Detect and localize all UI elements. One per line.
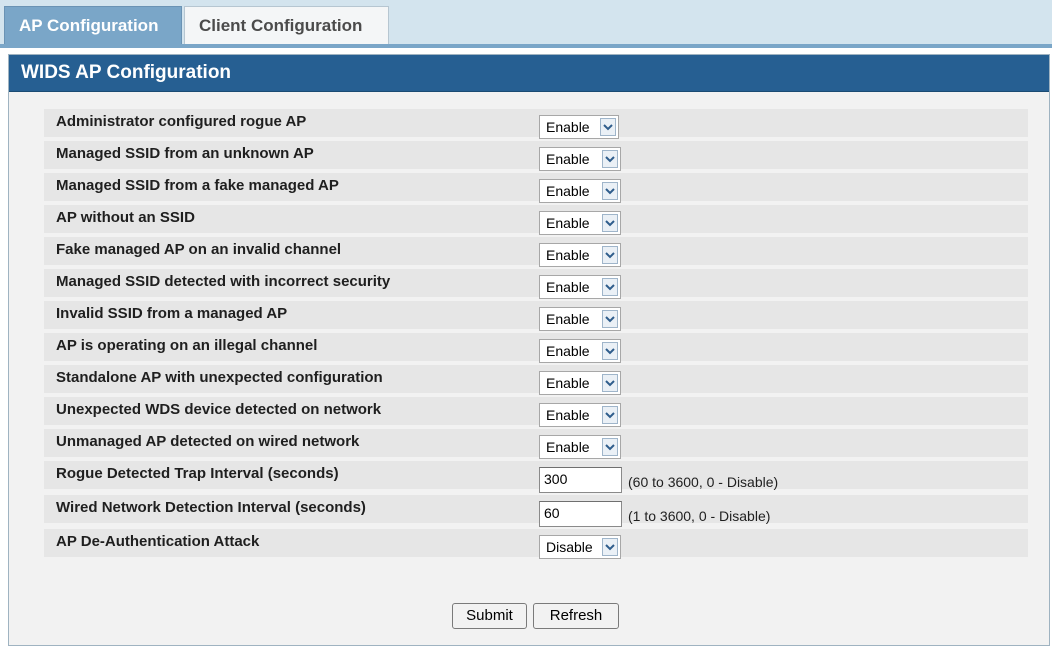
row-label: AP is operating on an illegal channel [56, 337, 318, 354]
select-value: Enable [546, 439, 590, 455]
chevron-down-icon[interactable] [602, 182, 618, 200]
row-fake-managed-ap-invalid-channel: Fake managed AP on an invalid channel En… [44, 237, 1028, 267]
select-ap-without-ssid[interactable]: Enable [539, 211, 621, 235]
select-unmanaged-ap-wired-network[interactable]: Enable [539, 435, 621, 459]
select-managed-ssid-incorrect-security[interactable]: Enable [539, 275, 621, 299]
row-label: Managed SSID from a fake managed AP [56, 177, 339, 194]
chevron-down-icon[interactable] [602, 438, 618, 456]
chevron-down-icon[interactable] [602, 538, 618, 556]
range-hint: (1 to 3600, 0 - Disable) [628, 508, 771, 524]
select-value: Disable [546, 539, 593, 555]
wired-detection-interval-input[interactable]: 60 [539, 501, 622, 527]
select-admin-configured-rogue-ap[interactable]: Enable [539, 115, 619, 139]
row-label: Rogue Detected Trap Interval (seconds) [56, 465, 339, 482]
input-value: 300 [544, 471, 568, 487]
row-managed-ssid-unknown-ap: Managed SSID from an unknown AP Enable [44, 141, 1028, 171]
select-value: Enable [546, 119, 590, 135]
row-label: Managed SSID from an unknown AP [56, 145, 314, 162]
input-value: 60 [544, 505, 560, 521]
select-invalid-ssid-managed-ap[interactable]: Enable [539, 307, 621, 331]
row-wired-detection-interval: Wired Network Detection Interval (second… [44, 495, 1028, 527]
row-admin-configured-rogue-ap: Administrator configured rogue AP Enable [44, 109, 1028, 139]
chevron-down-icon[interactable] [602, 214, 618, 232]
row-ap-illegal-channel: AP is operating on an illegal channel En… [44, 333, 1028, 363]
select-value: Enable [546, 151, 590, 167]
chevron-down-icon[interactable] [602, 150, 618, 168]
select-value: Enable [546, 279, 590, 295]
select-value: Enable [546, 215, 590, 231]
row-label: Administrator configured rogue AP [56, 113, 307, 130]
panel-title: WIDS AP Configuration [21, 62, 232, 83]
select-value: Enable [546, 311, 590, 327]
row-label: Unexpected WDS device detected on networ… [56, 401, 382, 418]
row-managed-ssid-fake-managed-ap: Managed SSID from a fake managed AP Enab… [44, 173, 1028, 203]
row-label: Invalid SSID from a managed AP [56, 305, 288, 322]
row-rogue-trap-interval: Rogue Detected Trap Interval (seconds) 3… [44, 461, 1028, 493]
chevron-down-icon[interactable] [602, 342, 618, 360]
row-ap-without-ssid: AP without an SSID Enable [44, 205, 1028, 235]
chevron-down-icon[interactable] [600, 118, 616, 136]
row-label: Fake managed AP on an invalid channel [56, 241, 342, 258]
range-hint: (60 to 3600, 0 - Disable) [628, 474, 779, 490]
wids-ap-configuration-panel: WIDS AP Configuration Administrator conf… [8, 54, 1050, 646]
chevron-down-icon[interactable] [602, 406, 618, 424]
rogue-trap-interval-input[interactable]: 300 [539, 467, 622, 493]
row-ap-deauth-attack: AP De-Authentication Attack Disable [44, 529, 1028, 559]
select-value: Enable [546, 375, 590, 391]
select-value: Enable [546, 407, 590, 423]
row-label: AP without an SSID [56, 209, 195, 226]
tab-client-configuration[interactable]: Client Configuration [184, 6, 389, 44]
row-standalone-ap-unexpected-config: Standalone AP with unexpected configurat… [44, 365, 1028, 395]
select-managed-ssid-unknown-ap[interactable]: Enable [539, 147, 621, 171]
row-unmanaged-ap-wired-network: Unmanaged AP detected on wired network E… [44, 429, 1028, 459]
row-invalid-ssid-managed-ap: Invalid SSID from a managed AP Enable [44, 301, 1028, 331]
chevron-down-icon[interactable] [602, 246, 618, 264]
refresh-button[interactable]: Refresh [533, 603, 619, 629]
select-ap-deauth-attack[interactable]: Disable [539, 535, 621, 559]
select-unexpected-wds-device[interactable]: Enable [539, 403, 621, 427]
select-managed-ssid-fake-managed-ap[interactable]: Enable [539, 179, 621, 203]
tab-bar: AP Configuration Client Configuration [0, 0, 1052, 48]
select-value: Enable [546, 247, 590, 263]
select-ap-illegal-channel[interactable]: Enable [539, 339, 621, 363]
select-value: Enable [546, 343, 590, 359]
row-managed-ssid-incorrect-security: Managed SSID detected with incorrect sec… [44, 269, 1028, 299]
row-label: Wired Network Detection Interval (second… [56, 499, 366, 516]
tab-underline [0, 44, 1052, 48]
chevron-down-icon[interactable] [602, 374, 618, 392]
row-label: Managed SSID detected with incorrect sec… [56, 273, 391, 290]
panel-header: WIDS AP Configuration [9, 55, 1049, 92]
row-label: Unmanaged AP detected on wired network [56, 433, 360, 450]
submit-button[interactable]: Submit [452, 603, 527, 629]
select-standalone-ap-unexpected-config[interactable]: Enable [539, 371, 621, 395]
select-value: Enable [546, 183, 590, 199]
row-label: AP De-Authentication Attack [56, 533, 260, 550]
row-unexpected-wds-device: Unexpected WDS device detected on networ… [44, 397, 1028, 427]
select-fake-managed-ap-invalid-channel[interactable]: Enable [539, 243, 621, 267]
row-label: Standalone AP with unexpected configurat… [56, 369, 383, 386]
chevron-down-icon[interactable] [602, 278, 618, 296]
tab-ap-configuration[interactable]: AP Configuration [4, 6, 182, 44]
chevron-down-icon[interactable] [602, 310, 618, 328]
